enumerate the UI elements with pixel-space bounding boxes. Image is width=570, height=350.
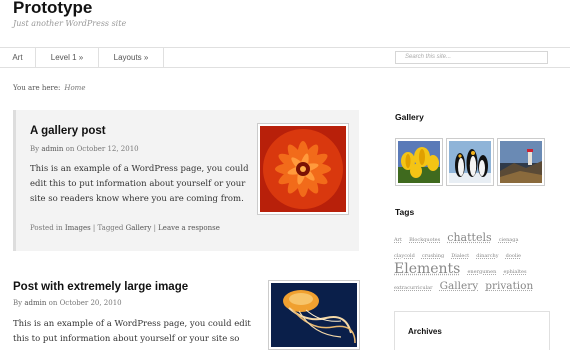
nav-item-level-1[interactable]: Level 1 » bbox=[36, 48, 99, 67]
post-meta-by: By bbox=[30, 145, 39, 153]
tag-link[interactable]: Dialect bbox=[451, 253, 469, 259]
tag-link[interactable]: Art bbox=[394, 237, 402, 243]
breadcrumb-prefix: You are here: bbox=[13, 84, 60, 92]
tag-link[interactable]: Elements bbox=[394, 261, 460, 277]
tagged-label: Tagged bbox=[98, 224, 124, 232]
tag-cloud: Art Blockquotes chattels cienaga claycol… bbox=[394, 230, 544, 294]
leave-response-link[interactable]: Leave a response bbox=[158, 224, 220, 232]
archives-widget-title: Archives bbox=[408, 327, 442, 336]
tag-link[interactable]: dinarchy bbox=[476, 253, 498, 259]
breadcrumb-home: Home bbox=[64, 84, 85, 92]
post-excerpt: This is an example of a WordPress page, … bbox=[13, 317, 263, 347]
post-meta: By admin on October 20, 2010 bbox=[13, 299, 122, 307]
site-description: Just another WordPress site bbox=[13, 19, 126, 28]
tag-link[interactable]: energumen bbox=[467, 269, 496, 275]
yellow-tulips-image[interactable] bbox=[395, 138, 443, 186]
post-date: on October 20, 2010 bbox=[49, 299, 122, 307]
red-flower-image[interactable] bbox=[257, 123, 349, 215]
tag-link[interactable]: extracurricular bbox=[394, 285, 433, 291]
post-footer: Posted in Images | Tagged Gallery | Leav… bbox=[30, 224, 220, 232]
tag-link[interactable]: ephialtes bbox=[503, 269, 526, 275]
jellyfish-image[interactable] bbox=[268, 280, 360, 350]
posted-in-label: Posted in bbox=[30, 224, 63, 232]
search-input[interactable]: Search this site... bbox=[395, 51, 548, 64]
post-meta-by: By bbox=[13, 299, 22, 307]
footer-separator: | bbox=[93, 224, 95, 232]
site-title[interactable]: Prototype bbox=[13, 0, 92, 16]
footer-separator: | bbox=[154, 224, 156, 232]
post-title[interactable]: Post with extremely large image bbox=[13, 281, 188, 293]
nav-item-layouts[interactable]: Layouts » bbox=[99, 48, 164, 67]
tag-link[interactable]: chattels bbox=[447, 231, 491, 244]
tag-link[interactable]: crushing bbox=[422, 253, 444, 259]
tag-link[interactable]: doolie bbox=[506, 253, 521, 259]
post-gallery: A gallery post By admin on October 12, 2… bbox=[13, 110, 359, 251]
tag-link[interactable]: privation bbox=[485, 280, 533, 292]
post-meta: By admin on October 12, 2010 bbox=[30, 145, 139, 153]
tag-link[interactable]: cienaga bbox=[499, 237, 519, 243]
main-navigation: Art Level 1 » Layouts » Search this site… bbox=[0, 47, 570, 68]
post-author-link[interactable]: admin bbox=[24, 299, 46, 307]
nav-item-art[interactable]: Art bbox=[0, 48, 36, 67]
penguins-image[interactable] bbox=[446, 138, 494, 186]
gallery-widget-title: Gallery bbox=[395, 112, 424, 122]
tag-link[interactable]: Gallery bbox=[440, 280, 479, 292]
lighthouse-image[interactable] bbox=[497, 138, 545, 186]
breadcrumb: You are here: Home bbox=[13, 84, 85, 92]
post-date: on October 12, 2010 bbox=[66, 145, 139, 153]
post-author-link[interactable]: admin bbox=[41, 145, 63, 153]
category-link[interactable]: Images bbox=[65, 224, 91, 232]
tags-widget-title: Tags bbox=[395, 207, 414, 217]
post-title[interactable]: A gallery post bbox=[30, 125, 106, 137]
tag-link[interactable]: Gallery bbox=[126, 224, 152, 232]
archives-widget: Archives bbox=[394, 311, 550, 350]
tag-link[interactable]: claycold bbox=[394, 253, 415, 259]
tag-link[interactable]: Blockquotes bbox=[409, 237, 440, 243]
post-excerpt: This is an example of a WordPress page, … bbox=[30, 162, 250, 207]
